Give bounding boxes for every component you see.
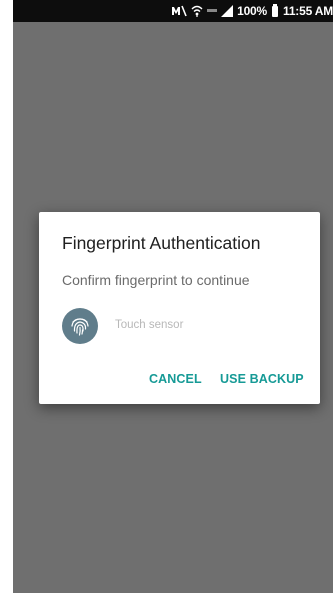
dialog-message: Confirm fingerprint to continue: [62, 272, 250, 288]
status-bar: 100% 11:55 AM: [13, 0, 333, 22]
dialog-title: Fingerprint Authentication: [62, 233, 261, 253]
wifi-icon: [191, 4, 203, 18]
mute-icon: [171, 4, 187, 18]
sensor-hint: Touch sensor: [115, 319, 184, 331]
battery-percent: 100%: [237, 4, 268, 18]
phone-screen: 100% 11:55 AM Fingerprint Authentication…: [13, 0, 333, 593]
fingerprint-icon: [62, 308, 98, 344]
signal-icon: [221, 4, 234, 18]
volte-icon: [207, 4, 218, 18]
clock: 11:55 AM: [283, 4, 333, 18]
cancel-button[interactable]: CANCEL: [149, 372, 202, 386]
battery-icon: [272, 3, 279, 17]
fingerprint-dialog: Fingerprint Authentication Confirm finge…: [39, 212, 320, 404]
use-backup-button[interactable]: USE BACKUP: [220, 372, 304, 386]
